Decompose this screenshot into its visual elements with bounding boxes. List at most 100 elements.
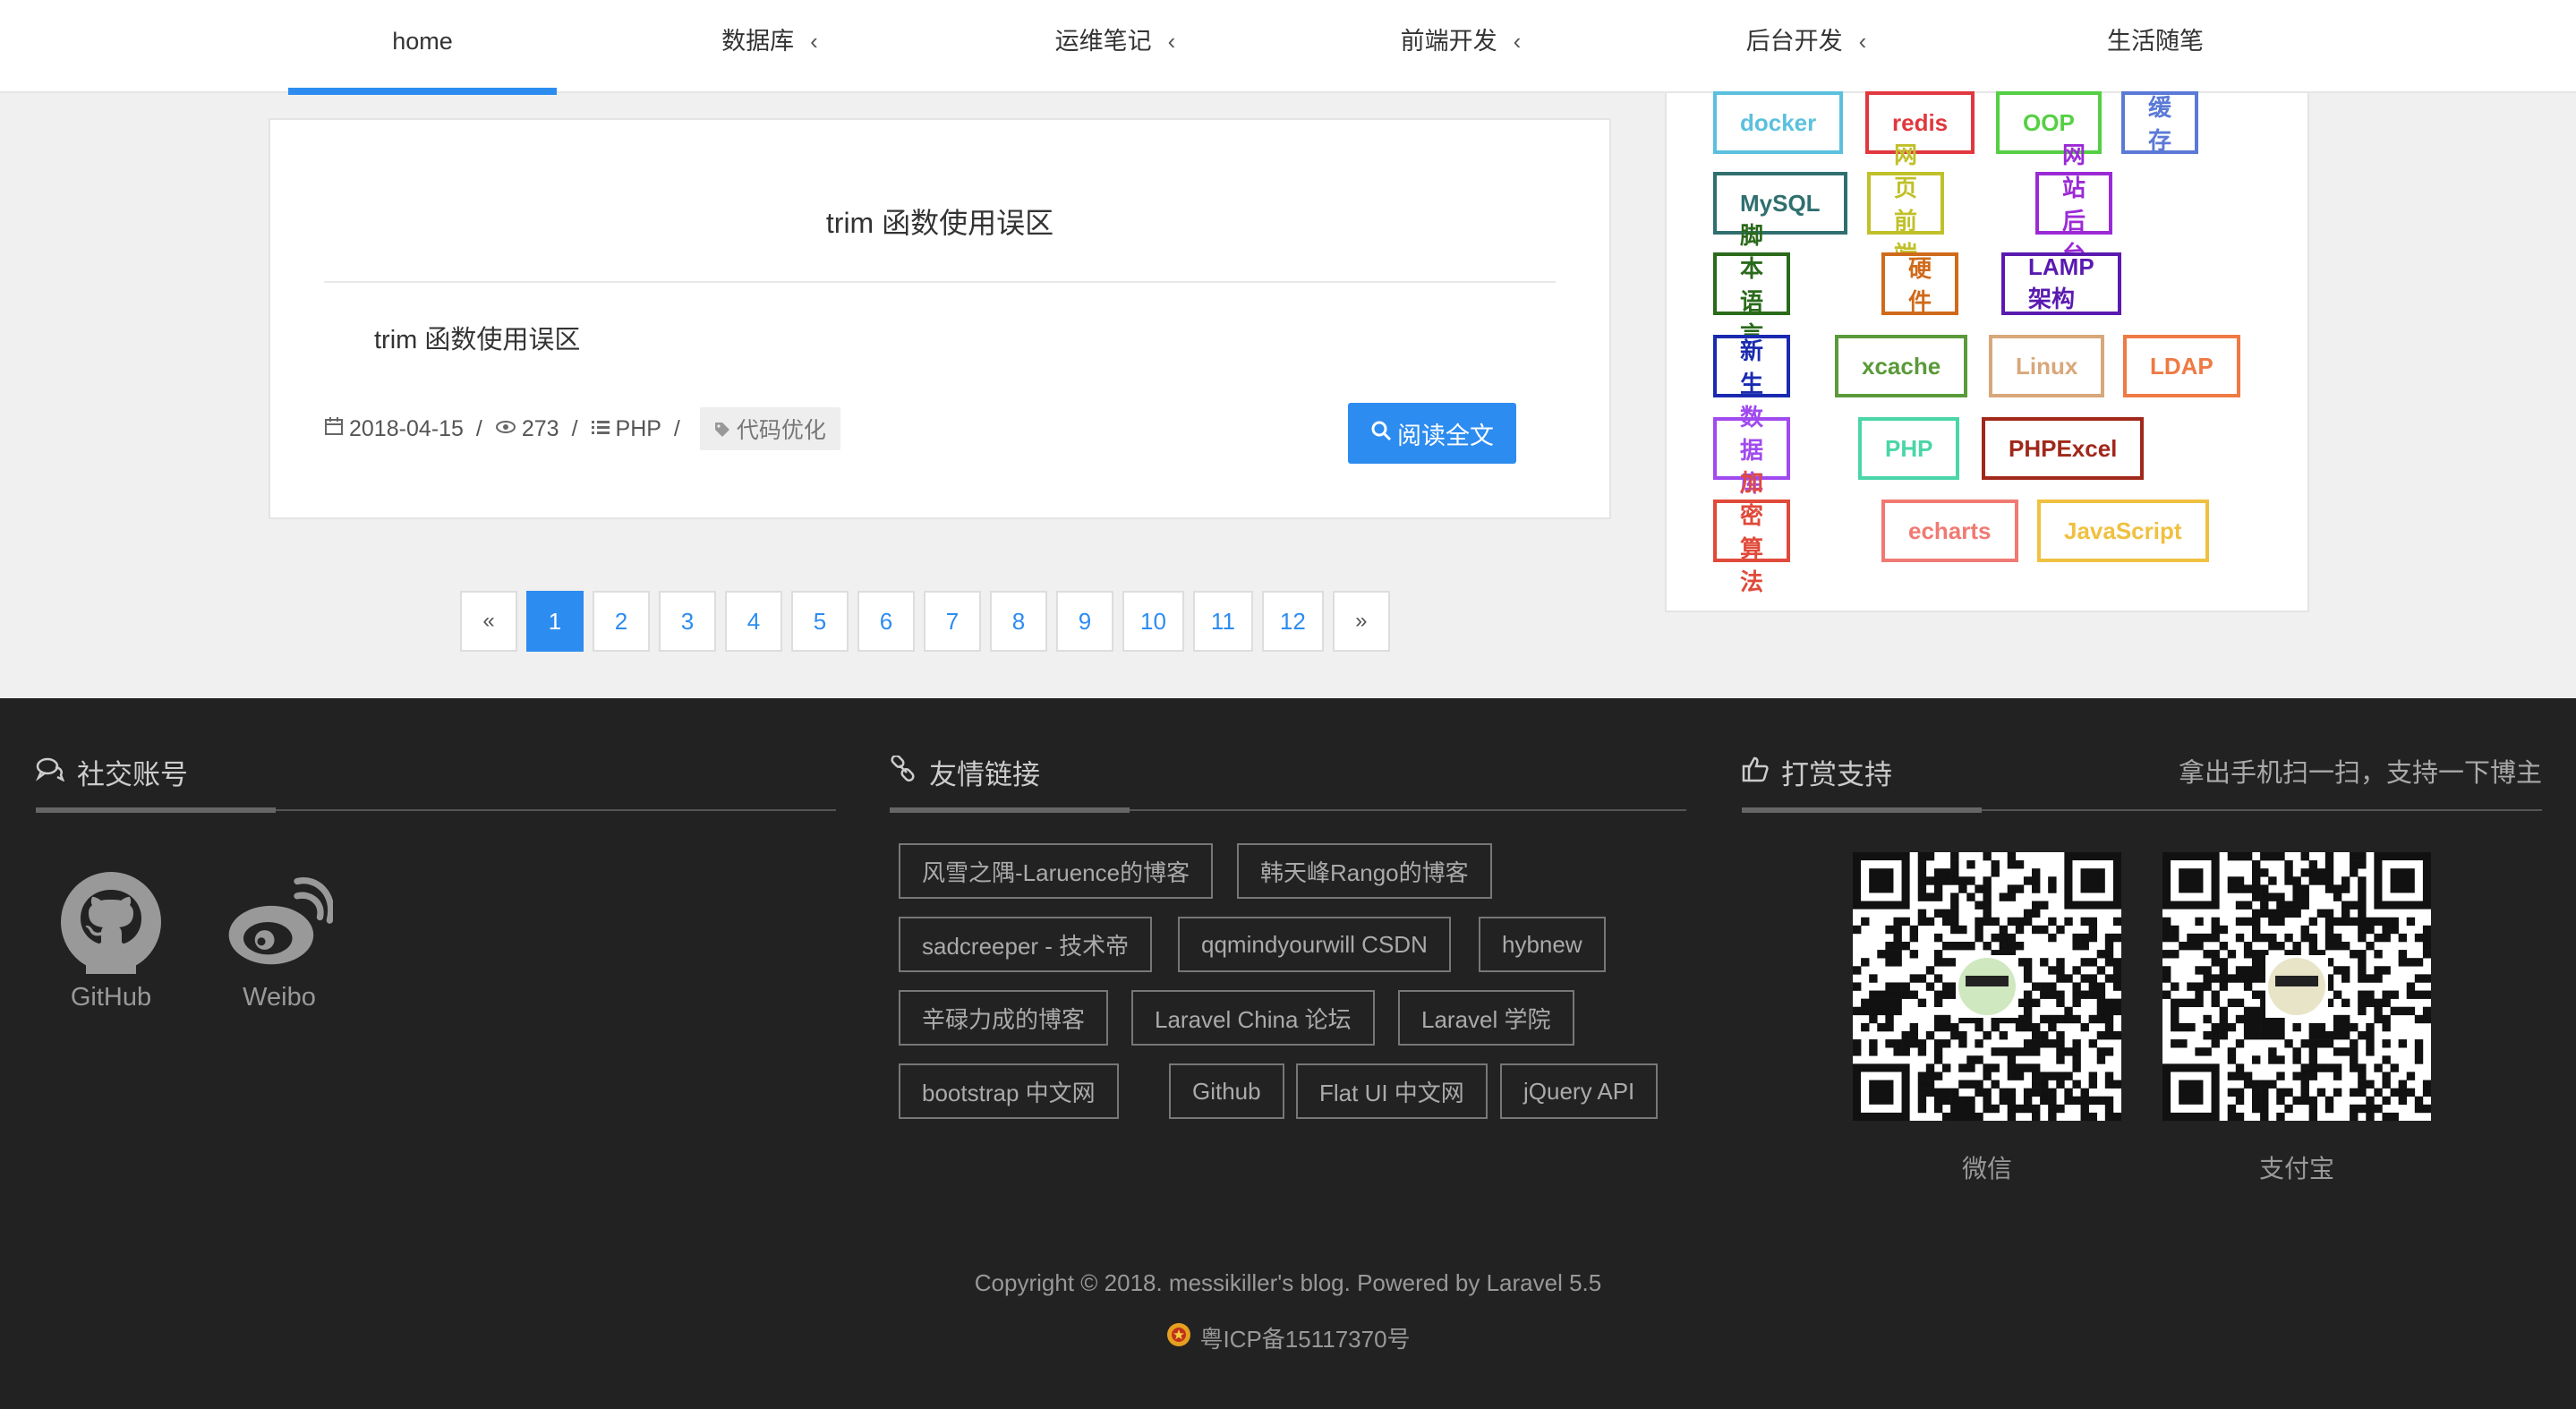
tag-chip[interactable]: PHPExcel	[1982, 417, 2145, 480]
search-icon	[1370, 420, 1392, 448]
footer-links: 友情链接	[890, 698, 1686, 813]
tag-chip[interactable]: JavaScript	[2037, 500, 2209, 562]
chevron-icon: ‹	[1167, 28, 1176, 55]
nav-item-life[interactable]: 生活随笔	[2048, 0, 2263, 93]
nav-item-label: 后台开发	[1745, 28, 1843, 55]
link-icon	[890, 754, 917, 790]
icp-label: 粤ICP备15117370号	[1199, 1326, 1411, 1353]
divider-accent	[1742, 807, 1982, 813]
nav-item-label: 运维笔记	[1054, 28, 1152, 55]
copyright: Copyright © 2018. messikiller's blog. Po…	[974, 1269, 1602, 1296]
weibo-icon	[226, 868, 333, 976]
friend-link[interactable]: Laravel China 论坛	[1131, 990, 1375, 1046]
page-link[interactable]: 6	[857, 591, 915, 652]
page-link[interactable]: 5	[791, 591, 849, 652]
social-github[interactable]: GitHub	[57, 868, 165, 1012]
friend-link[interactable]: hybnew	[1479, 917, 1606, 972]
page-next[interactable]: »	[1332, 591, 1390, 652]
tag-chip[interactable]: 脚本语言	[1713, 222, 1791, 348]
tag-chip[interactable]: 加密算法	[1713, 469, 1791, 595]
eye-icon	[495, 416, 516, 441]
alipay-qr-code	[2162, 852, 2432, 1122]
pagination: « 1 2 3 4 5 6 7 8 9 10 11 12 »	[460, 591, 1390, 652]
tag-chip[interactable]: redis	[1865, 91, 1975, 154]
tag-chip[interactable]: OOP	[1996, 91, 2102, 154]
icp-record[interactable]: 粤ICP备15117370号	[0, 1321, 2576, 1354]
list-icon	[591, 416, 610, 441]
meta-separator: /	[571, 415, 578, 441]
footer: 社交账号 GitHub Weibo 友情链接 风雪之隅-Laruence的博客 …	[0, 698, 2576, 1409]
page-link[interactable]: 11	[1192, 591, 1253, 652]
friend-link[interactable]: bootstrap 中文网	[899, 1063, 1119, 1119]
page-link[interactable]: 12	[1261, 591, 1324, 652]
page-prev[interactable]: «	[460, 591, 517, 652]
nav-item-backend[interactable]: 后台开发 ‹	[1699, 0, 1914, 93]
nav-item-home[interactable]: home	[288, 0, 557, 95]
friend-link[interactable]: 风雪之隅-Laruence的博客	[899, 843, 1214, 899]
footer-social: 社交账号	[36, 698, 836, 813]
page-link[interactable]: 1	[526, 591, 584, 652]
donate-subtitle: 拿出手机扫一扫，支持一下博主	[2178, 759, 2542, 788]
alipay-label: 支付宝	[2258, 1155, 2334, 1183]
weibo-label: Weibo	[243, 983, 316, 1012]
page-link[interactable]: 3	[659, 591, 716, 652]
footer-donate: 打赏支持 拿出手机扫一扫，支持一下博主	[1742, 698, 2542, 813]
tag-chip[interactable]: 网页前端	[1867, 141, 1945, 268]
friend-link[interactable]: 韩天峰Rango的博客	[1237, 843, 1492, 899]
friend-link[interactable]: jQuery API	[1500, 1063, 1659, 1119]
nav-item-ops-notes[interactable]: 运维笔记 ‹	[1008, 0, 1223, 93]
article-views: 273	[521, 415, 559, 441]
page-link[interactable]: 7	[924, 591, 981, 652]
page-link[interactable]: 2	[593, 591, 650, 652]
nav-item-frontend[interactable]: 前端开发 ‹	[1353, 0, 1568, 93]
article-card: trim 函数使用误区 trim 函数使用误区 2018-04-15 / 273…	[269, 118, 1611, 519]
divider	[324, 281, 1556, 283]
tag-chip[interactable]: echarts	[1881, 500, 2018, 562]
tag-icon	[714, 418, 737, 443]
tag-chip[interactable]: PHP	[1858, 417, 1960, 480]
links-heading: 友情链接	[890, 752, 1040, 792]
tag-chip[interactable]: docker	[1713, 91, 1844, 154]
tag-chip[interactable]: Linux	[1989, 335, 2105, 397]
wechat-qr-code	[1853, 852, 2122, 1122]
tag-chip[interactable]: 网站后台	[2035, 141, 2113, 268]
read-more-button[interactable]: 阅读全文	[1348, 403, 1516, 464]
article-tag[interactable]: 代码优化	[699, 407, 840, 450]
meta-separator: /	[673, 415, 680, 441]
chevron-icon: ‹	[1513, 28, 1522, 55]
meta-separator: /	[475, 415, 482, 441]
tag-chip[interactable]: 新生	[1713, 335, 1791, 397]
tag-cloud: docker redis OOP 缓存 MySQL 网页前端 网站后台脚本语言 硬件 LAMP架…	[1665, 91, 2309, 612]
page-link[interactable]: 8	[990, 591, 1047, 652]
friend-link[interactable]: Laravel 学院	[1398, 990, 1574, 1046]
social-weibo[interactable]: Weibo	[226, 868, 333, 1012]
friend-link[interactable]: Github	[1169, 1063, 1284, 1119]
article-category[interactable]: PHP	[616, 416, 661, 442]
wechat-label: 微信	[1961, 1155, 2012, 1183]
nav-item-label: 数据库	[721, 28, 795, 55]
tag-chip[interactable]: xcache	[1835, 335, 1968, 397]
page-link[interactable]: 4	[725, 591, 782, 652]
nav-item-label: 生活随笔	[2107, 28, 2204, 55]
article-title[interactable]: trim 函数使用误区	[270, 201, 1609, 242]
tag-chip[interactable]: LDAP	[2123, 335, 2240, 397]
friend-link[interactable]: 辛碌力成的博客	[899, 990, 1109, 1046]
tag-chip[interactable]: LAMP架构	[2001, 252, 2121, 315]
chevron-icon: ‹	[810, 28, 818, 55]
github-icon	[57, 868, 165, 976]
tag-chip[interactable]: 缓存	[2121, 91, 2199, 154]
nav-item-label: 前端开发	[1400, 28, 1497, 55]
page-link[interactable]: 9	[1056, 591, 1113, 652]
nav-item-label: home	[392, 28, 453, 55]
friend-link[interactable]: qqmindyourwill CSDN	[1178, 917, 1451, 972]
friend-link[interactable]: Flat UI 中文网	[1296, 1063, 1488, 1119]
social-title: 社交账号	[77, 759, 188, 790]
divider-accent	[36, 807, 276, 813]
page-link[interactable]: 10	[1122, 591, 1184, 652]
divider-accent	[890, 807, 1130, 813]
tag-chip[interactable]: MySQL	[1713, 172, 1847, 235]
nav-item-database[interactable]: 数据库 ‹	[662, 0, 877, 93]
tag-chip[interactable]: 硬件	[1881, 252, 1959, 315]
donate-title: 打赏支持	[1781, 759, 1892, 790]
friend-link[interactable]: sadcreeper - 技术帝	[899, 917, 1153, 972]
